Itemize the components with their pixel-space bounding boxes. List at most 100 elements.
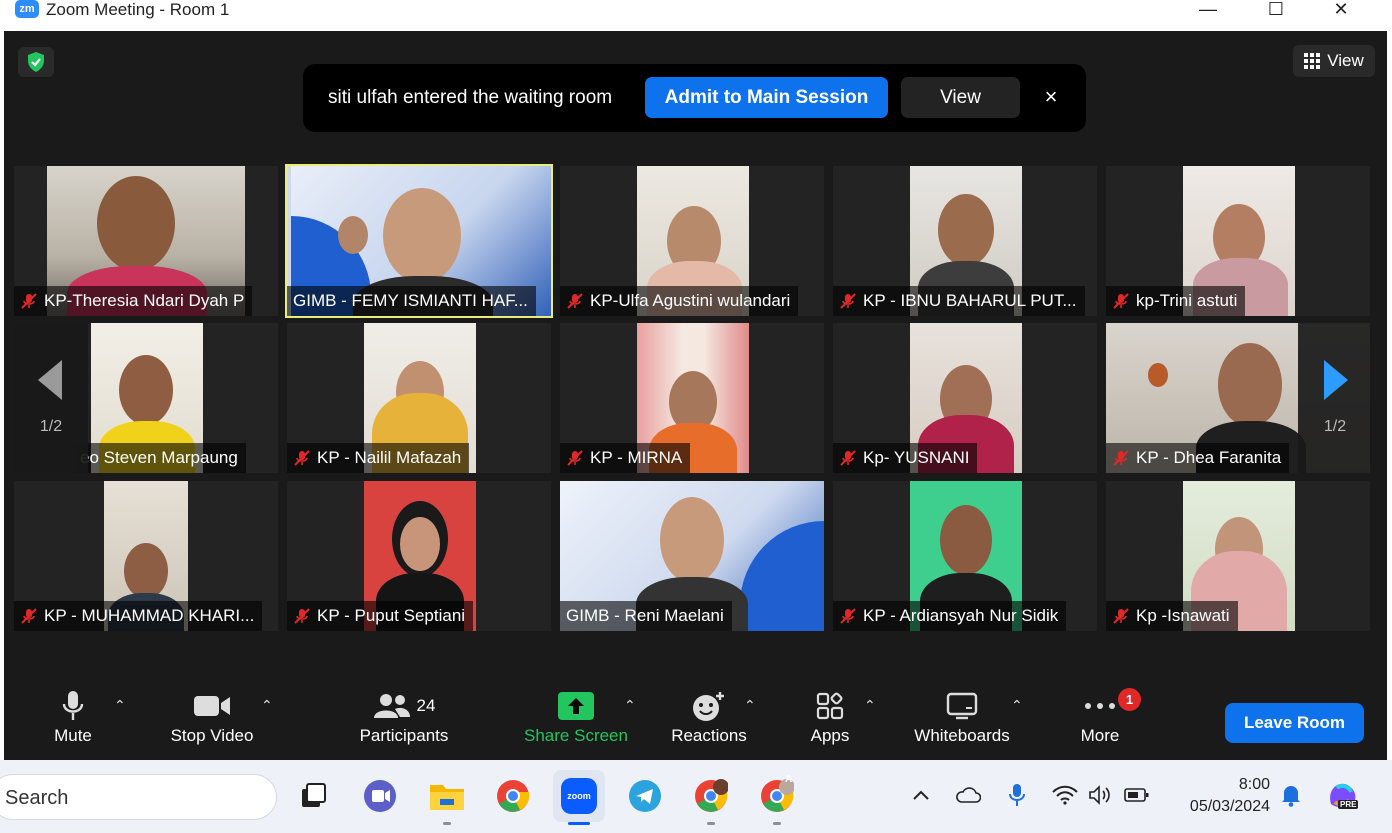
whiteboard-icon (946, 692, 978, 720)
participant-tile[interactable]: Kp -Isnawati (1106, 481, 1370, 631)
participant-nameplate: eo Steven Marpaung (74, 443, 246, 473)
chrome-profile-a-icon[interactable]: A (758, 774, 796, 815)
notification-bell-icon[interactable] (1276, 780, 1306, 810)
share-screen-button[interactable]: Share Screen (520, 687, 632, 753)
stop-video-button[interactable]: Stop Video (160, 687, 264, 753)
reactions-button[interactable]: Reactions (664, 687, 754, 753)
mic-muted-icon (1113, 608, 1129, 624)
encryption-shield-icon[interactable] (18, 47, 54, 77)
wifi-icon[interactable] (1050, 780, 1080, 810)
participant-nameplate: KP - Ardiansyah Nur Sidik (833, 601, 1067, 631)
page-indicator: 1/2 (1323, 418, 1347, 435)
apps-button[interactable]: Apps (800, 687, 860, 753)
microphone-icon (62, 691, 84, 720)
maximize-button[interactable]: ☐ (1253, 0, 1299, 20)
audio-options-chevron-up-icon[interactable]: ⌃ (114, 697, 126, 714)
taskbar-search-box[interactable]: Search (0, 774, 277, 820)
mic-muted-icon (840, 293, 856, 309)
admit-to-main-session-button[interactable]: Admit to Main Session (645, 77, 888, 118)
clock-time: 8:00 (1238, 776, 1270, 793)
mic-muted-icon (21, 608, 37, 624)
participant-nameplate: KP-Theresia Ndari Dyah P (14, 286, 253, 316)
zoom-app-icon: zm (15, 0, 39, 18)
teams-meet-icon[interactable] (361, 777, 399, 815)
participant-tile[interactable]: KP - Puput Septiani (287, 481, 551, 631)
video-grid: KP-Theresia Ndari Dyah P GIMB - FEMY ISM… (14, 164, 1372, 632)
participant-nameplate: KP - MUHAMMAD KHARI... (14, 601, 263, 631)
participant-nameplate: KP - MIRNA (560, 443, 691, 473)
participant-tile[interactable]: KP - MUHAMMAD KHARI... (14, 481, 278, 631)
mic-muted-icon (294, 450, 310, 466)
windows-taskbar: Search zoom A 8:00 05/03/2024 PRE (0, 760, 1392, 833)
chevron-left-icon (38, 360, 62, 400)
task-view-icon[interactable] (294, 777, 332, 815)
video-options-chevron-up-icon[interactable]: ⌃ (261, 697, 273, 714)
reactions-options-chevron-up-icon[interactable]: ⌃ (744, 697, 756, 714)
zoom-taskbar-icon[interactable]: zoom (553, 770, 605, 822)
mic-muted-icon (1113, 293, 1129, 309)
more-dots-icon (1085, 703, 1115, 709)
participant-nameplate: KP - Nailil Mafazah (287, 443, 470, 473)
previous-page-button[interactable]: 1/2 (14, 323, 88, 473)
onedrive-cloud-icon[interactable] (953, 780, 983, 810)
share-screen-icon (558, 692, 594, 720)
page-indicator: 1/2 (39, 418, 63, 435)
participant-tile[interactable]: KP - MIRNA (560, 323, 824, 473)
participants-icon (373, 694, 410, 718)
volume-icon[interactable] (1085, 780, 1115, 810)
share-options-chevron-up-icon[interactable]: ⌃ (624, 697, 636, 714)
mic-muted-icon (840, 608, 856, 624)
file-explorer-icon[interactable] (428, 777, 466, 815)
participants-count: 24 (416, 696, 436, 715)
minimize-button[interactable]: — (1185, 0, 1231, 20)
mic-muted-icon (840, 450, 856, 466)
chrome-icon[interactable] (494, 777, 532, 815)
whiteboards-button[interactable]: Whiteboards (904, 687, 1020, 753)
participant-nameplate: Kp- YUSNANI (833, 443, 978, 473)
chrome-profile-icon[interactable] (692, 777, 730, 815)
window-titlebar: zm Zoom Meeting - Room 1 — ☐ ✕ (0, 0, 1392, 31)
notification-view-button[interactable]: View (901, 77, 1020, 118)
participant-tile[interactable]: kp-Trini astuti (1106, 166, 1370, 316)
participant-tile[interactable]: KP - Nailil Mafazah (287, 323, 551, 473)
leave-room-button[interactable]: Leave Room (1225, 703, 1364, 743)
participant-tile[interactable]: KP - IBNU BAHARUL PUT... (833, 166, 1097, 316)
participant-tile[interactable]: KP-Theresia Ndari Dyah P (14, 166, 278, 316)
mic-muted-icon (567, 293, 583, 309)
taskbar-clock[interactable]: 8:00 05/03/2024 (1170, 774, 1270, 818)
whiteboards-options-chevron-up-icon[interactable]: ⌃ (1011, 697, 1023, 714)
apps-options-chevron-up-icon[interactable]: ⌃ (864, 697, 876, 714)
notification-message: siti ulfah entered the waiting room (328, 87, 613, 108)
clock-date: 05/03/2024 (1189, 798, 1270, 815)
chevron-right-icon (1324, 360, 1348, 400)
microphone-in-use-icon[interactable] (1002, 780, 1032, 810)
battery-icon[interactable] (1122, 780, 1152, 810)
show-hidden-icons-chevron-up-icon[interactable] (906, 780, 936, 810)
copilot-icon[interactable]: PRE (1326, 780, 1360, 810)
telegram-icon[interactable] (626, 777, 664, 815)
mic-muted-icon (567, 450, 583, 466)
participant-tile[interactable]: Kp- YUSNANI (833, 323, 1097, 473)
view-button[interactable]: View (1293, 45, 1375, 77)
participant-tile-active-speaker[interactable]: GIMB - FEMY ISMIANTI HAF... (285, 164, 553, 318)
participant-nameplate: KP - Dhea Faranita (1106, 443, 1290, 473)
notification-close-icon[interactable]: × (1036, 82, 1066, 112)
copilot-preview-badge: PRE (1338, 800, 1359, 809)
participants-button[interactable]: 24 Participants (350, 687, 458, 753)
mute-button[interactable]: Mute (40, 687, 106, 753)
mic-muted-icon (294, 608, 310, 624)
participant-nameplate: KP - Puput Septiani (287, 601, 474, 631)
search-placeholder: Search (5, 787, 69, 809)
participant-nameplate: GIMB - Reni Maelani (560, 601, 732, 631)
participant-nameplate: GIMB - FEMY ISMIANTI HAF... (287, 286, 536, 316)
mic-muted-icon (1113, 450, 1129, 466)
close-window-button[interactable]: ✕ (1318, 0, 1364, 20)
participant-nameplate: Kp -Isnawati (1106, 601, 1238, 631)
next-page-button[interactable]: 1/2 (1298, 323, 1372, 473)
meeting-area: View siti ulfah entered the waiting room… (4, 31, 1387, 760)
participant-tile[interactable]: KP-Ulfa Agustini wulandari (560, 166, 824, 316)
apps-icon (816, 692, 844, 720)
more-notification-badge: 1 (1118, 688, 1141, 711)
participant-tile[interactable]: GIMB - Reni Maelani (560, 481, 824, 631)
participant-tile[interactable]: KP - Ardiansyah Nur Sidik (833, 481, 1097, 631)
